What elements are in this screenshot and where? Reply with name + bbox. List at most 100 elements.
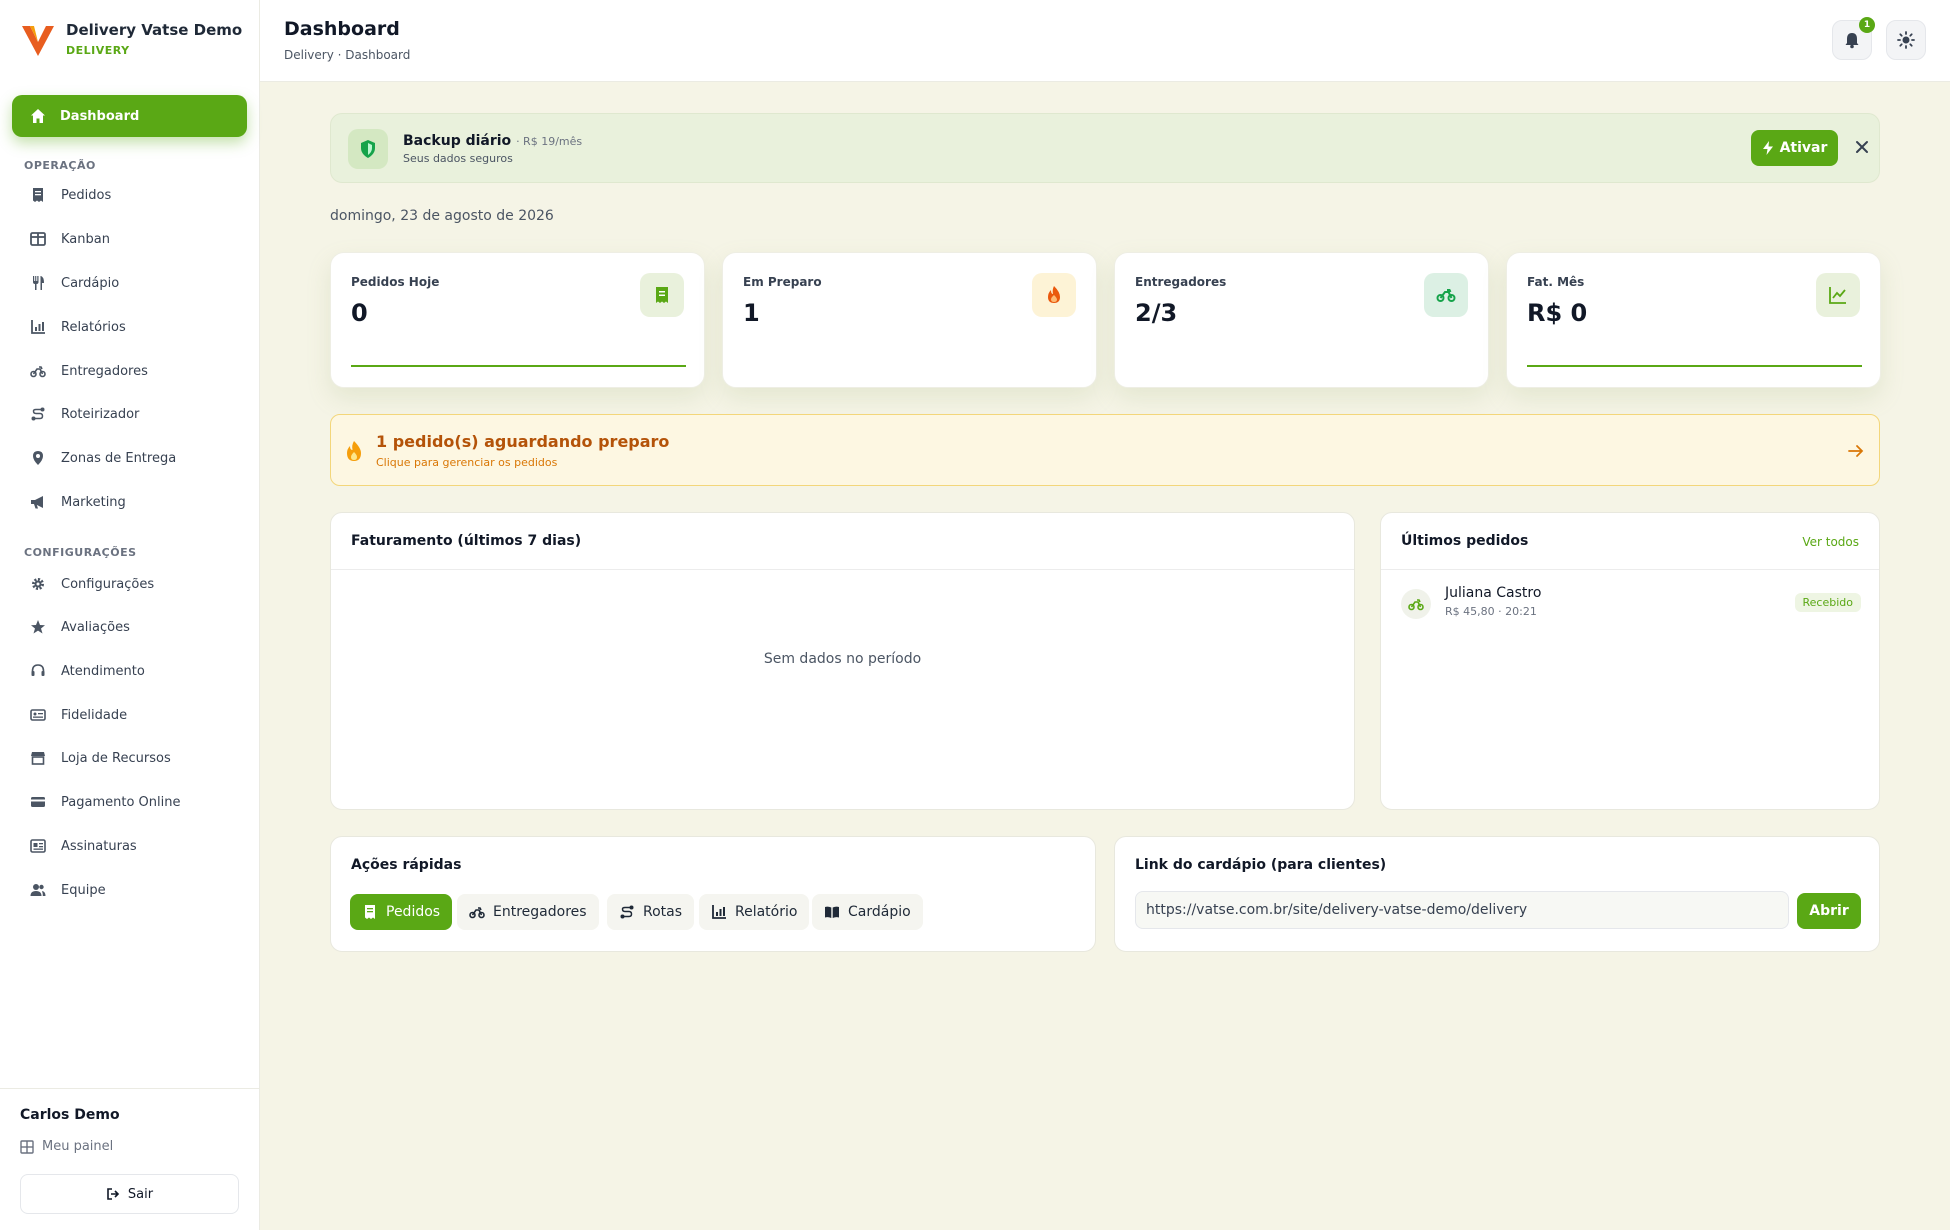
stat-label: Fat. Mês bbox=[1527, 275, 1585, 289]
sidebar-item-equipe[interactable]: Equipe bbox=[30, 882, 106, 898]
sidebar-item-label: Kanban bbox=[61, 231, 110, 247]
sidebar-item-cardapio[interactable]: Cardápio bbox=[30, 275, 119, 291]
latest-orders-panel: Últimos pedidos Ver todos Juliana Castro… bbox=[1380, 512, 1880, 810]
sidebar-item-fidelidade[interactable]: Fidelidade bbox=[30, 707, 127, 723]
sidebar-item-entregadores[interactable]: Entregadores bbox=[30, 363, 148, 379]
subscription-icon bbox=[30, 839, 46, 853]
receipt-icon bbox=[33, 188, 43, 202]
quick-action-cardapio[interactable]: Cardápio bbox=[812, 894, 923, 930]
sidebar-item-label: Relatórios bbox=[61, 319, 126, 335]
logout-icon bbox=[107, 1188, 120, 1200]
page-title: Dashboard bbox=[284, 18, 400, 40]
sidebar-item-label: Entregadores bbox=[61, 363, 148, 379]
chart-icon bbox=[712, 905, 726, 919]
sidebar-item-zonas-entrega[interactable]: Zonas de Entrega bbox=[30, 450, 176, 466]
sidebar-item-label: Pagamento Online bbox=[61, 794, 181, 810]
sidebar-item-label: Loja de Recursos bbox=[61, 750, 171, 766]
motorcycle-icon bbox=[30, 366, 46, 378]
breadcrumb: Delivery · Dashboard bbox=[284, 48, 411, 62]
stat-underline bbox=[351, 365, 686, 367]
sidebar-item-configuracoes[interactable]: Configurações bbox=[30, 576, 154, 592]
order-list-item[interactable]: Juliana Castro R$ 45,80 · 20:21 Recebido bbox=[1401, 585, 1861, 625]
theme-toggle-button[interactable] bbox=[1886, 20, 1926, 60]
sidebar-item-kanban[interactable]: Kanban bbox=[30, 231, 110, 247]
revenue-title: Faturamento (últimos 7 dias) bbox=[351, 533, 582, 549]
trend-icon bbox=[1829, 287, 1846, 304]
quick-action-relatorio[interactable]: Relatório bbox=[699, 894, 810, 930]
sidebar-item-relatorios[interactable]: Relatórios bbox=[30, 319, 126, 335]
motorcycle-icon bbox=[1408, 599, 1424, 611]
order-icon-box bbox=[1401, 589, 1431, 619]
stat-value: 2/3 bbox=[1135, 299, 1178, 327]
id-card-icon bbox=[30, 709, 46, 721]
sidebar-item-atendimento[interactable]: Atendimento bbox=[30, 663, 145, 679]
stat-card-entregadores[interactable]: Entregadores 2/3 bbox=[1114, 252, 1489, 388]
brand-subtitle: DELIVERY bbox=[66, 44, 130, 57]
current-date: domingo, 23 de agosto de 2026 bbox=[330, 208, 554, 224]
notifications-button[interactable]: 1 bbox=[1832, 17, 1875, 60]
stat-value: 0 bbox=[351, 299, 368, 327]
sidebar-item-assinaturas[interactable]: Assinaturas bbox=[30, 838, 137, 854]
menu-url-field[interactable]: https://vatse.com.br/site/delivery-vatse… bbox=[1135, 891, 1789, 929]
pending-orders-alert[interactable]: 1 pedido(s) aguardando preparo Clique pa… bbox=[330, 414, 1880, 486]
order-meta: R$ 45,80 · 20:21 bbox=[1445, 605, 1537, 618]
sidebar-item-dashboard[interactable]: Dashboard bbox=[12, 95, 247, 137]
revenue-empty-state: Sem dados no período bbox=[763, 651, 922, 667]
notification-count-badge: 1 bbox=[1859, 17, 1875, 33]
sidebar-item-label: Pedidos bbox=[61, 187, 112, 203]
close-icon[interactable] bbox=[1853, 138, 1871, 156]
bell-icon bbox=[1845, 33, 1859, 49]
activate-backup-button[interactable]: Ativar bbox=[1751, 130, 1838, 166]
logout-label: Sair bbox=[127, 1186, 154, 1202]
grid-icon bbox=[20, 1139, 34, 1154]
sidebar-item-label: Cardápio bbox=[61, 275, 120, 291]
menu-link-panel: Link do cardápio (para clientes) https:/… bbox=[1114, 836, 1880, 952]
alert-subtitle: Clique para gerenciar os pedidos bbox=[376, 456, 558, 469]
kanban-icon bbox=[30, 232, 46, 246]
brand[interactable]: Delivery Vatse Demo DELIVERY bbox=[20, 20, 242, 60]
sidebar-item-label: Equipe bbox=[61, 882, 106, 898]
quick-action-rotas[interactable]: Rotas bbox=[607, 894, 695, 930]
motorcycle-icon bbox=[469, 907, 485, 919]
divider bbox=[331, 569, 1354, 570]
gear-icon bbox=[32, 578, 44, 590]
stat-label: Em Preparo bbox=[743, 275, 822, 289]
see-all-link[interactable]: Ver todos bbox=[1802, 535, 1859, 549]
quick-action-label: Relatório bbox=[735, 904, 798, 920]
section-title-configuracoes: CONFIGURAÇÕES bbox=[24, 546, 137, 559]
sidebar-item-roteirizador[interactable]: Roteirizador bbox=[30, 406, 139, 422]
my-panel-link[interactable]: Meu painel bbox=[20, 1139, 113, 1154]
quick-action-label: Cardápio bbox=[848, 904, 911, 920]
revenue-panel: Faturamento (últimos 7 dias) Sem dados n… bbox=[330, 512, 1355, 810]
sidebar-item-marketing[interactable]: Marketing bbox=[30, 494, 126, 510]
sidebar-item-loja-recursos[interactable]: Loja de Recursos bbox=[30, 750, 171, 766]
receipt-icon bbox=[365, 905, 375, 919]
quick-action-label: Rotas bbox=[643, 904, 683, 920]
sidebar-item-pagamento-online[interactable]: Pagamento Online bbox=[30, 794, 180, 810]
megaphone-icon bbox=[31, 496, 43, 509]
sidebar-footer: Carlos Demo Meu painel Sair bbox=[0, 1088, 260, 1230]
backup-subtitle: Seus dados seguros bbox=[403, 152, 513, 165]
order-status-badge: Recebido bbox=[1794, 593, 1861, 612]
stat-value: R$ 0 bbox=[1527, 299, 1588, 327]
sidebar-item-avaliacoes[interactable]: Avaliações bbox=[30, 619, 130, 635]
quick-action-entregadores[interactable]: Entregadores bbox=[457, 894, 599, 930]
brand-logo-icon bbox=[22, 26, 54, 56]
chart-icon bbox=[31, 320, 45, 334]
sidebar-item-label: Roteirizador bbox=[61, 406, 140, 422]
open-menu-button[interactable]: Abrir bbox=[1797, 893, 1861, 929]
quick-action-pedidos[interactable]: Pedidos bbox=[350, 894, 453, 930]
fire-icon bbox=[347, 441, 361, 461]
stat-card-faturamento-mes[interactable]: Fat. Mês R$ 0 bbox=[1506, 252, 1881, 388]
stat-card-pedidos-hoje[interactable]: Pedidos Hoje 0 bbox=[330, 252, 705, 388]
quick-action-label: Entregadores bbox=[493, 904, 587, 920]
stat-label: Entregadores bbox=[1135, 275, 1227, 289]
stat-card-em-preparo[interactable]: Em Preparo 1 bbox=[722, 252, 1097, 388]
sidebar-item-pedidos[interactable]: Pedidos bbox=[30, 187, 111, 203]
receipt-icon bbox=[656, 287, 668, 303]
bolt-icon bbox=[1762, 141, 1773, 155]
quick-action-label: Pedidos bbox=[386, 904, 441, 920]
route-icon bbox=[620, 905, 634, 919]
stat-underline bbox=[1527, 365, 1862, 367]
logout-button[interactable]: Sair bbox=[20, 1174, 239, 1214]
